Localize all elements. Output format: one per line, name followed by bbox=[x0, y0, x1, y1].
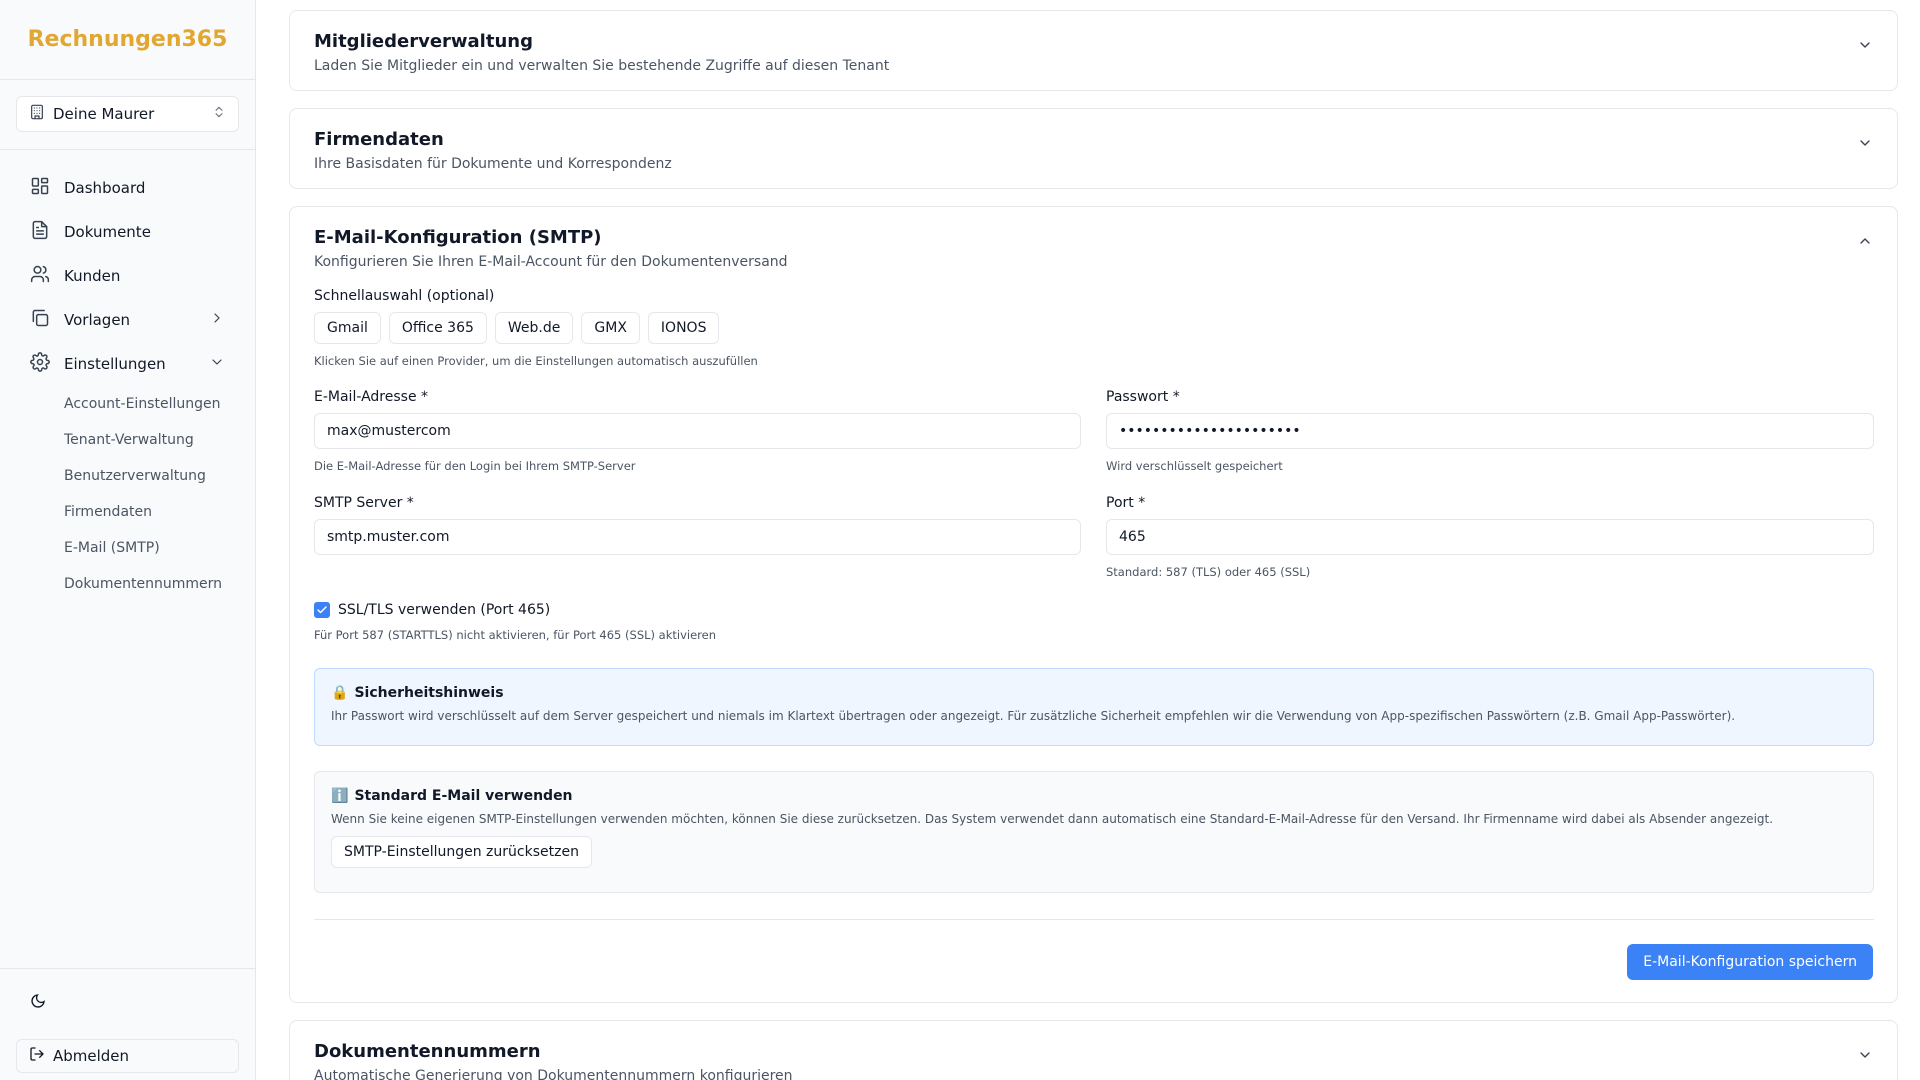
smtp-server-input[interactable]: smtp.muster.com bbox=[314, 519, 1081, 555]
security-notice: 🔒 Sicherheitshinweis Ihr Passwort wird v… bbox=[314, 668, 1874, 746]
security-notice-text: Ihr Passwort wird verschlüsselt auf dem … bbox=[331, 709, 1736, 723]
card-description: Automatische Generierung von Dokumentenn… bbox=[314, 1068, 793, 1080]
nav-customers[interactable]: Kunden bbox=[16, 254, 239, 298]
copy-icon bbox=[30, 308, 50, 332]
ssl-tls-hint: Für Port 587 (STARTTLS) nicht aktivieren… bbox=[314, 628, 716, 642]
brand-logo[interactable]: Rechnungen365 bbox=[0, 0, 255, 80]
subnav-tenant-management[interactable]: Tenant-Verwaltung bbox=[64, 422, 239, 458]
email-hint: Die E-Mail-Adresse für den Login bei Ihr… bbox=[314, 459, 636, 473]
moon-icon bbox=[30, 993, 46, 1013]
logout-label: Abmelden bbox=[53, 1047, 130, 1065]
provider-office365-button[interactable]: Office 365 bbox=[388, 312, 487, 344]
settings-main: Mitgliederverwaltung Laden Sie Mitgliede… bbox=[289, 0, 1898, 1080]
nav-dashboard[interactable]: Dashboard bbox=[16, 166, 239, 210]
default-email-notice: ℹ️ Standard E-Mail verwenden Wenn Sie ke… bbox=[314, 771, 1874, 893]
subnav-email-smtp[interactable]: E-Mail (SMTP) bbox=[64, 530, 239, 566]
subnav-user-management[interactable]: Benutzerverwaltung bbox=[64, 458, 239, 494]
logout-button[interactable]: Abmelden bbox=[16, 1039, 239, 1073]
chevron-right-icon bbox=[209, 310, 225, 330]
password-hint: Wird verschlüsselt gespeichert bbox=[1106, 459, 1283, 473]
chevron-down-icon[interactable] bbox=[1857, 135, 1873, 151]
chevron-down-icon[interactable] bbox=[1857, 37, 1873, 53]
smtp-config-card: E-Mail-Konfiguration (SMTP) Konfiguriere… bbox=[289, 206, 1898, 1003]
default-email-title: Standard E-Mail verwenden bbox=[354, 788, 573, 804]
document-numbers-card[interactable]: Dokumentennummern Automatische Generieru… bbox=[289, 1020, 1898, 1080]
card-title: E-Mail-Konfiguration (SMTP) bbox=[314, 227, 602, 248]
default-email-text: Wenn Sie keine eigenen SMTP-Einstellunge… bbox=[331, 812, 1774, 826]
chevrons-up-down-icon bbox=[212, 105, 226, 123]
password-label: Passwort * bbox=[1106, 389, 1180, 405]
company-data-card[interactable]: Firmendaten Ihre Basisdaten für Dokument… bbox=[289, 108, 1898, 189]
provider-gmx-button[interactable]: GMX bbox=[581, 312, 640, 344]
users-icon bbox=[30, 264, 50, 288]
provider-ionos-button[interactable]: IONOS bbox=[647, 312, 720, 344]
port-input[interactable]: 465 bbox=[1106, 519, 1874, 555]
port-value: 465 bbox=[1119, 529, 1146, 545]
card-description: Ihre Basisdaten für Dokumente und Korres… bbox=[314, 156, 672, 172]
gear-icon bbox=[30, 352, 50, 376]
tenant-name: Deine Maurer bbox=[53, 105, 155, 123]
smtp-server-value: smtp.muster.com bbox=[327, 529, 450, 545]
card-title: Firmendaten bbox=[314, 129, 444, 150]
chevron-up-icon[interactable] bbox=[1857, 233, 1873, 249]
quick-select-label: Schnellauswahl (optional) bbox=[314, 288, 495, 304]
nav-documents[interactable]: Dokumente bbox=[16, 210, 239, 254]
provider-webde-button[interactable]: Web.de bbox=[494, 312, 574, 344]
nav-label: Vorlagen bbox=[64, 311, 131, 329]
smtp-server-label: SMTP Server * bbox=[314, 495, 414, 511]
card-description: Konfigurieren Sie Ihren E-Mail-Account f… bbox=[314, 254, 788, 270]
subnav-document-numbers[interactable]: Dokumentennummern bbox=[64, 566, 239, 602]
password-input[interactable]: •••••••••••••••••••••• bbox=[1106, 413, 1874, 449]
building-icon bbox=[29, 104, 45, 124]
nav-templates[interactable]: Vorlagen bbox=[16, 298, 239, 342]
reset-smtp-button[interactable]: SMTP-Einstellungen zurücksetzen bbox=[331, 836, 592, 868]
security-notice-title: Sicherheitshinweis bbox=[354, 685, 504, 701]
nav-label: Dokumente bbox=[64, 223, 151, 241]
email-input[interactable]: max@mustercom bbox=[314, 413, 1081, 449]
subnav-company-data[interactable]: Firmendaten bbox=[64, 494, 239, 530]
lock-icon: 🔒 bbox=[331, 685, 349, 701]
quick-select-hint: Klicken Sie auf einen Provider, um die E… bbox=[314, 354, 758, 368]
chevron-down-icon[interactable] bbox=[1857, 1047, 1873, 1063]
nav-label: Kunden bbox=[64, 267, 121, 285]
tenant-switcher[interactable]: Deine Maurer bbox=[16, 96, 239, 132]
ssl-tls-checkbox[interactable] bbox=[314, 602, 330, 618]
port-hint: Standard: 587 (TLS) oder 465 (SSL) bbox=[1106, 565, 1311, 579]
email-value: max@mustercom bbox=[327, 423, 451, 439]
card-divider bbox=[314, 919, 1874, 920]
sidebar: Rechnungen365 Deine Maurer Dashboard Dok… bbox=[0, 0, 256, 1080]
subnav-account-settings[interactable]: Account-Einstellungen bbox=[64, 386, 239, 422]
chevron-down-icon bbox=[209, 354, 225, 374]
email-label: E-Mail-Adresse * bbox=[314, 389, 429, 405]
provider-gmail-button[interactable]: Gmail bbox=[314, 312, 381, 344]
nav-label: Einstellungen bbox=[64, 355, 166, 373]
card-title: Mitgliederverwaltung bbox=[314, 31, 533, 52]
members-card[interactable]: Mitgliederverwaltung Laden Sie Mitgliede… bbox=[289, 10, 1898, 91]
document-icon bbox=[30, 220, 50, 244]
card-description: Laden Sie Mitglieder ein und verwalten S… bbox=[314, 58, 890, 74]
theme-toggle-button[interactable] bbox=[24, 989, 52, 1017]
provider-buttons: Gmail Office 365 Web.de GMX IONOS bbox=[314, 312, 1874, 344]
logout-icon bbox=[29, 1046, 45, 1066]
settings-subnav: Account-Einstellungen Tenant-Verwaltung … bbox=[16, 386, 239, 602]
info-icon: ℹ️ bbox=[331, 788, 349, 804]
card-title: Dokumentennummern bbox=[314, 1041, 541, 1062]
password-value: •••••••••••••••••••••• bbox=[1119, 423, 1301, 439]
ssl-tls-label[interactable]: SSL/TLS verwenden (Port 465) bbox=[338, 602, 550, 618]
nav-label: Dashboard bbox=[64, 179, 146, 197]
dashboard-icon bbox=[30, 176, 50, 200]
sidebar-footer: Abmelden bbox=[0, 968, 255, 1080]
nav-settings[interactable]: Einstellungen bbox=[16, 342, 239, 386]
main-nav: Dashboard Dokumente Kunden Vorlagen Eins… bbox=[0, 150, 255, 602]
port-label: Port * bbox=[1106, 495, 1146, 511]
save-email-config-button[interactable]: E-Mail-Konfiguration speichern bbox=[1627, 944, 1873, 980]
check-icon bbox=[317, 606, 327, 614]
